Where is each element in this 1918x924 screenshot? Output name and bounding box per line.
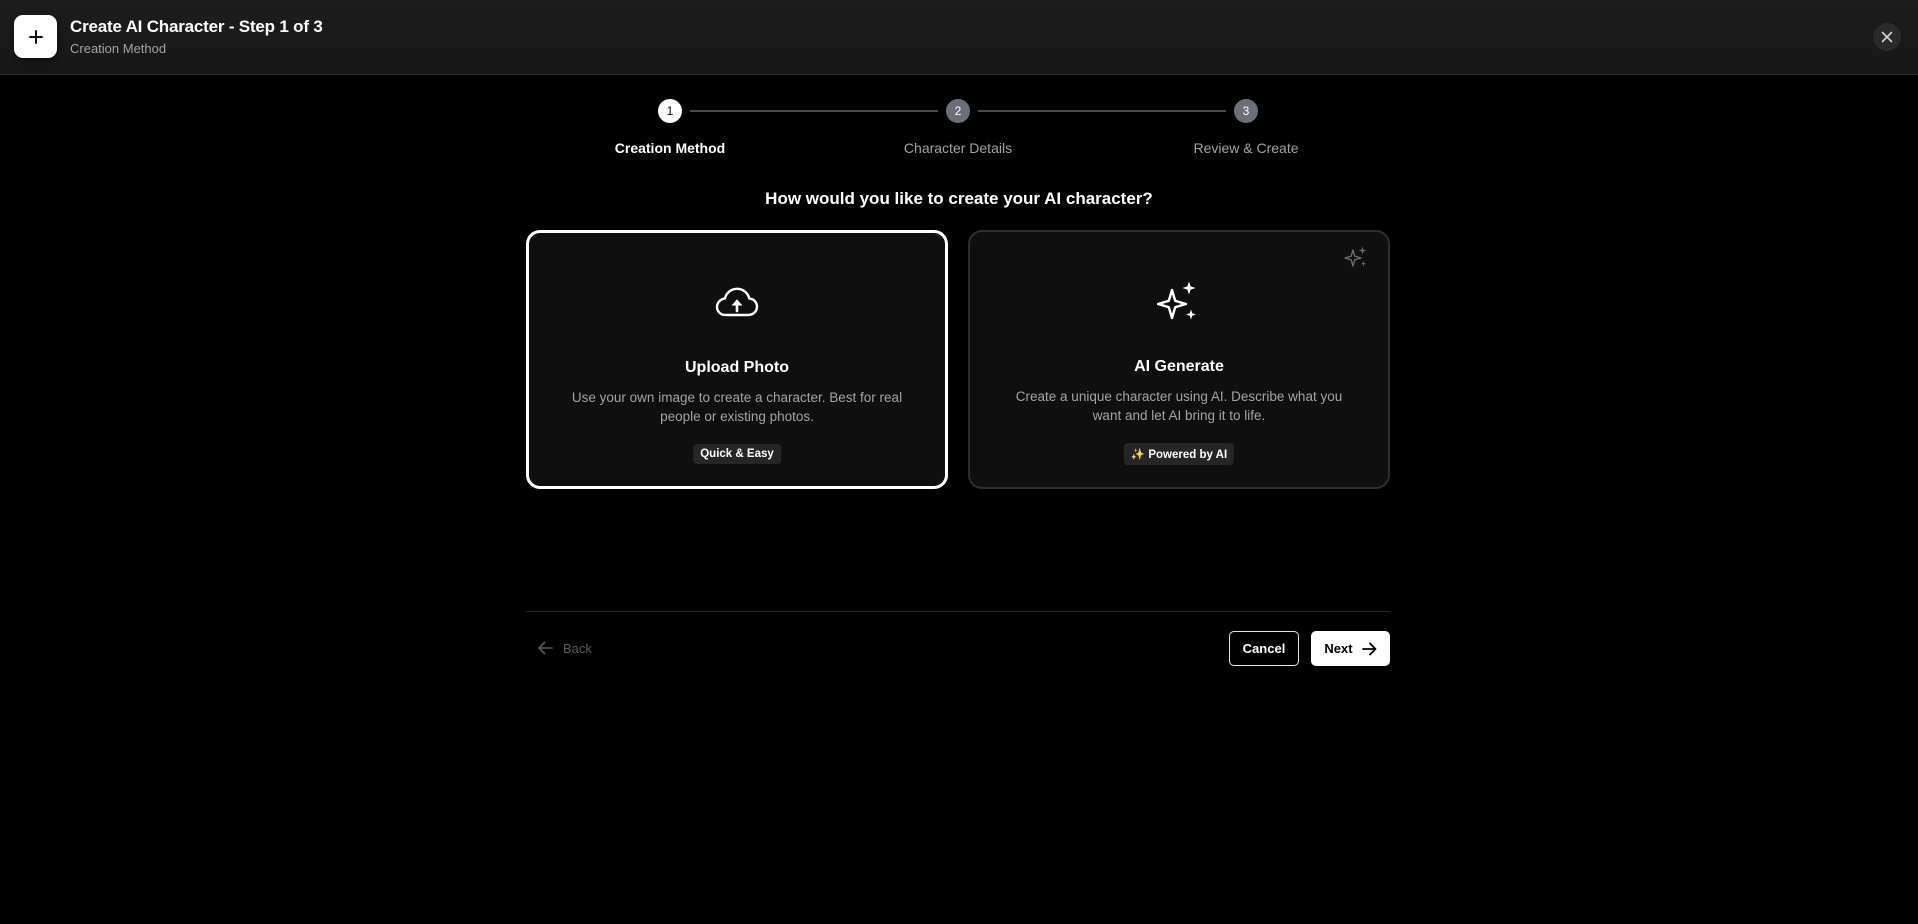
arrow-left-icon [538, 641, 553, 655]
ai-generate-card[interactable]: AI Generate Create a unique character us… [968, 230, 1390, 489]
next-button[interactable]: Next [1311, 631, 1390, 666]
footer-divider [526, 611, 1390, 612]
ai-generate-description: Create a unique character using AI. Desc… [1015, 389, 1343, 423]
step-2-label: Character Details [903, 140, 1013, 156]
method-question: How would you like to create your AI cha… [765, 189, 1153, 208]
sparkles-icon [1157, 281, 1196, 320]
step-3-label: Review & Create [1193, 140, 1299, 156]
ai-generate-title: AI Generate [1134, 358, 1224, 375]
upload-photo-card[interactable]: Upload Photo Use your own image to creat… [526, 230, 948, 489]
arrow-right-icon [1361, 642, 1376, 655]
upload-photo-badge: Quick & Easy [693, 444, 781, 464]
ai-generate-badge: ✨ Powered by AI [1123, 443, 1235, 465]
back-button[interactable]: Back [537, 638, 592, 658]
step-2-circle: 2 [946, 99, 970, 123]
sparkles-corner-icon [1344, 246, 1367, 267]
upload-photo-description: Use your own image to create a character… [571, 390, 903, 424]
cancel-button[interactable]: Cancel [1229, 631, 1299, 666]
stepper: 1 2 3 Creation Method Character Details … [0, 0, 1918, 160]
next-label: Next [1324, 641, 1353, 656]
upload-photo-title: Upload Photo [685, 359, 789, 376]
step-1-circle: 1 [658, 99, 682, 123]
step-connector-1 [690, 110, 938, 112]
step-1-label: Creation Method [614, 140, 726, 156]
cloud-upload-icon [715, 287, 759, 317]
back-label: Back [563, 640, 592, 656]
step-connector-2 [978, 110, 1226, 112]
step-3-circle: 3 [1234, 99, 1258, 123]
